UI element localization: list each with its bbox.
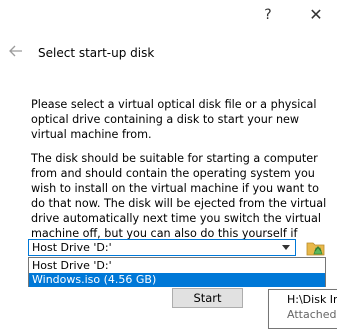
open-folder-icon[interactable] bbox=[305, 238, 327, 258]
combo-selected-value: Host Drive 'D:' bbox=[32, 241, 112, 254]
combo-dropdown-list: Host Drive 'D:' Windows.iso (4.56 GB) bbox=[28, 257, 326, 287]
dropdown-option-host-drive[interactable]: Host Drive 'D:' bbox=[29, 259, 325, 273]
close-button[interactable]: ✕ bbox=[304, 4, 328, 26]
back-arrow-icon[interactable] bbox=[8, 44, 24, 58]
start-button[interactable]: Start bbox=[172, 288, 243, 308]
page-title: Select start-up disk bbox=[38, 46, 155, 60]
dropdown-option-windows-iso[interactable]: Windows.iso (4.56 GB) bbox=[29, 273, 325, 287]
tooltip: H:\Disk Ima Attached to bbox=[268, 289, 337, 329]
description-text: Please select a virtual optical disk fil… bbox=[31, 98, 317, 141]
chevron-down-icon[interactable] bbox=[282, 245, 290, 250]
tooltip-detail: Attached to bbox=[287, 308, 337, 321]
help-button[interactable]: ? bbox=[258, 4, 278, 26]
disk-combobox[interactable]: Host Drive 'D:' bbox=[28, 239, 296, 256]
tooltip-path: H:\Disk Ima bbox=[287, 293, 337, 306]
